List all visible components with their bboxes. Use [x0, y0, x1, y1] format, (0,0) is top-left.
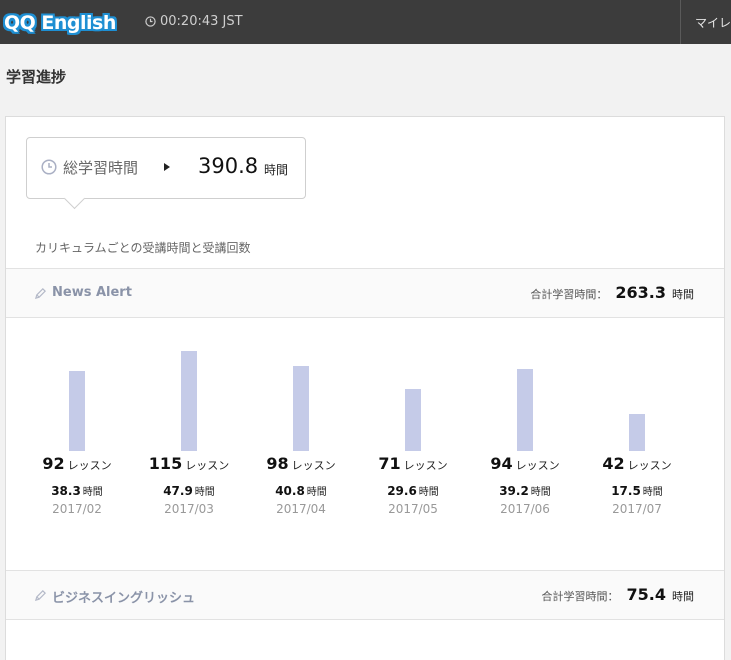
study-hours: 38.3 — [51, 484, 81, 498]
section-total: 合計学習時間： 263.3 時間 — [530, 283, 694, 302]
chart-bar — [517, 369, 533, 451]
pencil-icon — [34, 590, 46, 602]
total-study-time-label: 総学習時間 — [63, 159, 139, 177]
study-hours-label: 39.2 時間 — [469, 480, 581, 499]
chart-column: 94 レッスン 39.2 時間 2017/06 — [469, 319, 581, 519]
progress-card: 総学習時間 390.8 時間 カリキュラムごとの受講時間と受講回数 News A… — [5, 116, 725, 660]
section-total: 合計学習時間： 75.4 時間 — [542, 585, 694, 604]
mypage-link[interactable]: マイレ — [695, 14, 731, 31]
section-total-value: 263.3 — [615, 283, 666, 302]
study-hours-label: 29.6 時間 — [357, 480, 469, 499]
chart-bar — [69, 371, 85, 451]
lesson-unit: レッスン — [67, 459, 112, 472]
section-name: ビジネスイングリッシュ — [52, 591, 196, 606]
time-text: 00:20:43 JST — [160, 14, 243, 29]
lesson-count-label: 94 レッスン — [469, 454, 581, 473]
current-time: 00:20:43 JST — [145, 14, 243, 29]
lesson-count-label: 92 レッスン — [21, 454, 133, 473]
study-hours: 29.6 — [387, 484, 417, 498]
top-bar: QQ English 00:20:43 JST マイレ — [0, 0, 731, 44]
lesson-unit: レッスン — [291, 459, 336, 472]
section-total-value: 75.4 — [626, 585, 666, 604]
study-hours: 40.8 — [275, 484, 305, 498]
lesson-unit: レッスン — [403, 459, 448, 472]
lesson-unit: レッスン — [627, 459, 672, 472]
hours-unit: 時間 — [418, 487, 439, 498]
lesson-count-label: 98 レッスン — [245, 454, 357, 473]
chart-column: 98 レッスン 40.8 時間 2017/04 — [245, 319, 357, 519]
chart-bar — [629, 414, 645, 451]
lesson-count: 115 — [148, 454, 183, 473]
section-total-label: 合計学習時間： — [530, 288, 608, 301]
total-study-time-box: 総学習時間 390.8 時間 — [26, 137, 306, 199]
chart-bar — [181, 351, 197, 451]
month-label: 2017/05 — [388, 502, 438, 516]
month-label: 2017/02 — [52, 502, 102, 516]
qq-english-logo[interactable]: QQ English — [4, 9, 116, 37]
month-label: 2017/06 — [500, 502, 550, 516]
month-label: 2017/03 — [164, 502, 214, 516]
chart-column: 92 レッスン 38.3 時間 2017/02 — [21, 319, 133, 519]
lesson-count-label: 42 レッスン — [581, 454, 693, 473]
study-hours: 17.5 — [611, 484, 641, 498]
curriculum-subtitle: カリキュラムごとの受講時間と受講回数 — [35, 241, 251, 255]
lesson-unit: レッスン — [515, 459, 560, 472]
lesson-count: 98 — [266, 454, 289, 473]
lesson-count: 71 — [378, 454, 401, 473]
lesson-count: 94 — [490, 454, 513, 473]
lesson-count: 92 — [42, 454, 65, 473]
study-hours: 39.2 — [499, 484, 529, 498]
arrow-right-icon — [164, 163, 170, 171]
clock-icon — [145, 16, 156, 27]
total-study-time-value: 390.8 — [198, 154, 259, 178]
month-label: 2017/04 — [276, 502, 326, 516]
section-header-news-alert: News Alert 合計学習時間： 263.3 時間 — [6, 268, 724, 318]
clock-icon — [41, 159, 57, 175]
study-hours-label: 47.9 時間 — [133, 480, 245, 499]
lesson-unit: レッスン — [185, 459, 230, 472]
topbar-divider — [680, 0, 681, 44]
total-study-time-unit: 時間 — [264, 163, 289, 177]
lesson-count: 42 — [602, 454, 625, 473]
hours-unit: 時間 — [642, 487, 663, 498]
chart-column: 42 レッスン 17.5 時間 2017/07 — [581, 319, 693, 519]
section-total-unit: 時間 — [672, 590, 694, 603]
section-total-label: 合計学習時間： — [541, 590, 619, 603]
section-name: News Alert — [52, 285, 132, 300]
lesson-count-label: 115 レッスン — [133, 454, 245, 473]
study-hours: 47.9 — [163, 484, 193, 498]
study-hours-label: 40.8 時間 — [245, 480, 357, 499]
section-total-unit: 時間 — [672, 288, 694, 301]
pencil-icon — [34, 288, 46, 300]
month-label: 2017/07 — [612, 502, 662, 516]
page-title: 学習進捗 — [6, 68, 67, 86]
hours-unit: 時間 — [306, 487, 327, 498]
chart-column: 115 レッスン 47.9 時間 2017/03 — [133, 319, 245, 519]
study-hours-label: 17.5 時間 — [581, 480, 693, 499]
monthly-study-chart: 92 レッスン 38.3 時間 2017/02 115 レッスン 47.9 時間 2017/03 9… — [6, 319, 724, 519]
study-hours-label: 38.3 時間 — [21, 480, 133, 499]
hours-unit: 時間 — [194, 487, 215, 498]
section-header-business-english: ビジネスイングリッシュ 合計学習時間： 75.4 時間 — [6, 570, 724, 620]
hours-unit: 時間 — [82, 487, 103, 498]
hours-unit: 時間 — [530, 487, 551, 498]
chart-bar — [293, 366, 309, 451]
chart-column: 71 レッスン 29.6 時間 2017/05 — [357, 319, 469, 519]
chart-bar — [405, 389, 421, 451]
lesson-count-label: 71 レッスン — [357, 454, 469, 473]
